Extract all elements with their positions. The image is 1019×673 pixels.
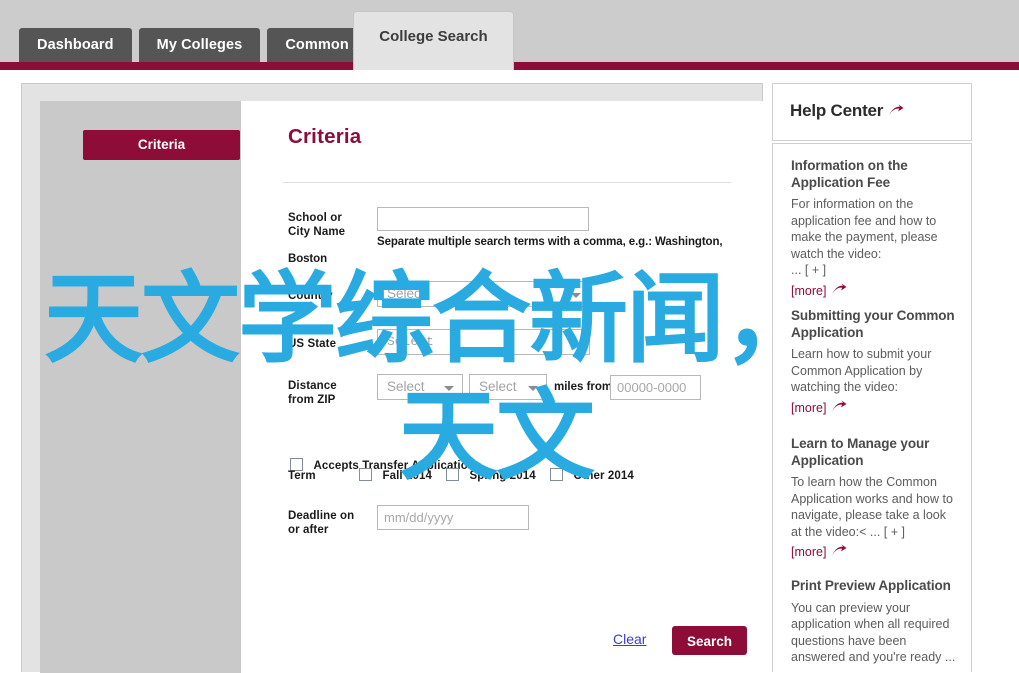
- help-item-title: Submitting your Common Application: [791, 308, 959, 341]
- search-criteria-form: School or City Name Separate multiple se…: [241, 101, 763, 673]
- chevron-down-icon: [444, 386, 454, 391]
- search-button[interactable]: Search: [672, 626, 747, 655]
- page-right-margin: [980, 70, 1019, 672]
- help-item[interactable]: Information on the Application Fee For i…: [791, 158, 959, 300]
- page-body: Criteria Criteria School or City Name Se…: [0, 70, 1019, 672]
- school-or-city-label: School or City Name: [288, 211, 348, 239]
- country-select-value: Select: [387, 286, 425, 301]
- help-item-more-text: [more]: [791, 401, 826, 415]
- term-option-fall: Fall 2014: [359, 466, 432, 484]
- main-content-card: Criteria Criteria School or City Name Se…: [21, 83, 763, 672]
- us-state-label: US State: [288, 337, 336, 351]
- distance-radius-select[interactable]: Select: [377, 374, 463, 400]
- tab-my-colleges[interactable]: My Colleges: [139, 28, 261, 62]
- arrow-right-icon: [831, 544, 847, 561]
- help-item-text: You can preview your application when al…: [791, 600, 959, 666]
- help-item-text: To learn how the Common Application work…: [791, 474, 959, 540]
- school-or-city-helper-line1: Separate multiple search terms with a co…: [377, 234, 757, 251]
- help-item-title: Information on the Application Fee: [791, 158, 959, 191]
- miles-from-text: miles from: [554, 381, 612, 393]
- sidebar-item-criteria[interactable]: Criteria: [83, 130, 240, 160]
- term-option-spring: Spring 2014: [446, 466, 536, 484]
- help-center-title-text: Help Center: [790, 101, 883, 120]
- distance-from-zip-label: Distance from ZIP: [288, 379, 358, 407]
- zip-code-input[interactable]: [610, 375, 701, 400]
- help-item-text: Learn how to submit your Common Applicat…: [791, 346, 959, 396]
- help-item-more-text: [more]: [791, 284, 826, 298]
- criteria-sidebar: Criteria: [40, 101, 241, 673]
- distance-unit-select[interactable]: Select: [469, 374, 547, 400]
- distance-unit-value: Select: [479, 379, 517, 394]
- help-item-ellipsis: ... [ + ]: [791, 262, 959, 279]
- term-spring-checkbox[interactable]: [446, 468, 459, 481]
- country-select[interactable]: Select: [377, 281, 590, 307]
- deadline-input[interactable]: [377, 505, 529, 530]
- term-other-checkbox[interactable]: [550, 468, 563, 481]
- help-item-title: Print Preview Application: [791, 578, 959, 595]
- term-option-other: Other 2014: [550, 466, 634, 484]
- term-fall-checkbox[interactable]: [359, 468, 372, 481]
- help-item[interactable]: Submitting your Common Application Learn…: [791, 308, 959, 417]
- help-item[interactable]: Learn to Manage your Application To lear…: [791, 436, 959, 561]
- term-other-label: Other 2014: [573, 470, 633, 482]
- term-fall-label: Fall 2014: [382, 470, 432, 482]
- tab-college-search[interactable]: College Search: [353, 11, 514, 70]
- help-item-title: Learn to Manage your Application: [791, 436, 959, 469]
- help-item[interactable]: Print Preview Application You can previe…: [791, 578, 959, 666]
- criteria-form-panel: Criteria School or City Name Separate mu…: [241, 101, 763, 673]
- deadline-label: Deadline on or after: [288, 509, 358, 537]
- clear-button[interactable]: Clear: [613, 631, 646, 647]
- arrow-right-icon: [831, 400, 847, 417]
- help-center-header[interactable]: Help Center: [772, 83, 972, 141]
- arrow-right-icon: [888, 103, 904, 123]
- chevron-down-icon: [528, 386, 538, 391]
- help-item-more-link[interactable]: [more]: [791, 283, 847, 300]
- us-state-select[interactable]: Select: [377, 329, 590, 355]
- help-item-more-link[interactable]: [more]: [791, 400, 847, 417]
- term-label: Term: [288, 469, 316, 483]
- country-label: Country: [288, 289, 333, 303]
- help-center-list: Information on the Application Fee For i…: [772, 143, 972, 672]
- term-spring-label: Spring 2014: [469, 470, 535, 482]
- help-item-more-link[interactable]: [more]: [791, 544, 847, 561]
- arrow-right-icon: [831, 283, 847, 300]
- help-center-title: Help Center: [790, 101, 904, 123]
- school-or-city-input[interactable]: [377, 207, 589, 231]
- chevron-down-icon: [571, 293, 581, 298]
- school-or-city-helper-line2: Boston: [288, 251, 327, 268]
- help-item-more-text: [more]: [791, 545, 826, 559]
- help-item-text: For information on the application fee a…: [791, 196, 959, 262]
- tab-dashboard[interactable]: Dashboard: [19, 28, 132, 62]
- distance-radius-value: Select: [387, 379, 425, 394]
- tab-list: Dashboard My Colleges Common App: [19, 21, 399, 62]
- us-state-select-value: Select: [387, 334, 434, 349]
